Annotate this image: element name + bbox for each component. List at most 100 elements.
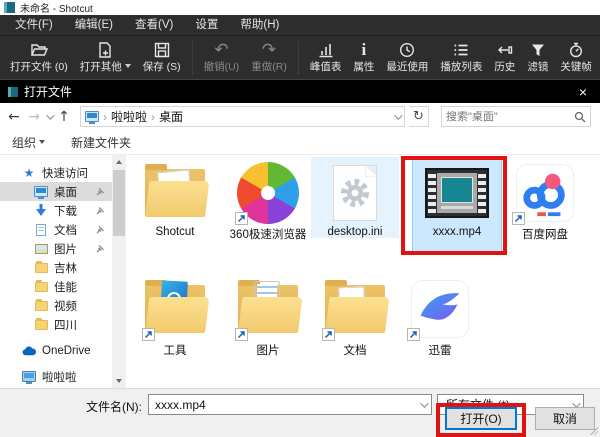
new-folder-button[interactable]: 新建文件夹 <box>71 134 131 151</box>
save-button[interactable]: 保存 (S) <box>137 37 187 79</box>
recent-icon <box>399 42 415 58</box>
file-pictures-folder[interactable]: 图片 <box>224 273 312 358</box>
filters-icon <box>530 42 546 58</box>
dialog-commandbar: 组织 新建文件夹 <box>0 130 600 155</box>
pin-icon <box>96 244 105 253</box>
sidebar-item-videos[interactable]: 视频 <box>0 296 112 315</box>
toolbar-separator <box>192 41 193 75</box>
keyframes-icon <box>568 42 584 58</box>
computer-icon <box>22 371 36 382</box>
open-file-dialog: 打开文件 × ← → ↑ › 啦啦啦 › 桌面 ↻ 组织 <box>0 80 600 437</box>
close-icon[interactable]: × <box>574 84 592 100</box>
recent-locations-chevron-icon[interactable] <box>46 111 54 119</box>
sidebar-item-jilin[interactable]: 吉林 <box>0 258 112 277</box>
sidebar-item-quick-access[interactable]: ★ 快速访问 <box>0 163 112 182</box>
sidebar-item-documents[interactable]: 文档 <box>0 220 112 239</box>
folder-docs-icon <box>320 277 390 341</box>
file-docs-folder[interactable]: 文档 <box>311 273 399 358</box>
main-toolbar: 打开文件 (0) 打开其他 保存 (S) ↶ 撤销(U) ↷ 重做(R) 峰值表… <box>0 36 600 80</box>
redo-button[interactable]: ↷ 重做(R) <box>245 37 293 79</box>
peak-meter-icon <box>318 42 334 58</box>
open-other-icon <box>97 42 113 58</box>
pin-icon <box>96 187 105 196</box>
file-xunlei[interactable]: 迅雷 <box>396 273 484 358</box>
onedrive-icon <box>22 346 36 356</box>
menu-view[interactable]: 查看(V) <box>124 15 184 35</box>
shotcut-window: 未命名 - Shotcut 文件(F) 编辑(E) 查看(V) 设置 帮助(H)… <box>0 0 600 437</box>
history-icon <box>497 42 513 58</box>
shortcut-arrow-icon <box>407 328 420 341</box>
pin-icon <box>96 225 105 234</box>
folder-icon <box>34 263 48 273</box>
menu-edit[interactable]: 编辑(E) <box>64 15 124 35</box>
up-button[interactable]: ↑ <box>56 109 72 125</box>
download-icon <box>34 204 48 217</box>
filters-button[interactable]: 滤镜 <box>521 37 554 79</box>
sidebar-scrollbar[interactable] <box>112 155 126 388</box>
breadcrumb-desktop[interactable]: 桌面 <box>159 108 183 125</box>
file-shotcut[interactable]: Shotcut <box>131 157 219 238</box>
scroll-down-icon[interactable] <box>112 374 126 388</box>
shortcut-arrow-icon <box>235 328 248 341</box>
cancel-button[interactable]: 取消 <box>535 407 595 430</box>
redo-icon: ↷ <box>262 42 276 58</box>
file-xxxx-mp4[interactable]: xxxx.mp4 <box>413 157 501 254</box>
video-file-icon <box>422 161 492 225</box>
pin-icon <box>96 206 105 215</box>
filename-input[interactable] <box>149 398 415 412</box>
document-icon <box>34 224 48 236</box>
search-box[interactable] <box>441 106 591 127</box>
filename-combobox[interactable] <box>148 394 432 415</box>
open-button[interactable]: 打开(O) <box>445 407 517 430</box>
search-input[interactable] <box>446 111 574 123</box>
sidebar-item-jianeng[interactable]: 佳能 <box>0 277 112 296</box>
breadcrumb-user[interactable]: 啦啦啦 <box>111 108 147 125</box>
shotcut-logo-icon <box>4 2 15 13</box>
file-desktop-ini[interactable]: desktop.ini <box>311 157 399 238</box>
menubar: 文件(F) 编辑(E) 查看(V) 设置 帮助(H) <box>0 15 600 36</box>
playlist-button[interactable]: 播放列表 <box>434 37 488 79</box>
sidebar-item-pictures[interactable]: 图片 <box>0 239 112 258</box>
gear-file-icon <box>320 161 390 225</box>
menu-help[interactable]: 帮助(H) <box>229 15 290 35</box>
file-list: Shotcut 360极速浏览器 <box>126 155 600 388</box>
sidebar-item-sichuan[interactable]: 四川 <box>0 315 112 334</box>
sidebar-item-desktop[interactable]: 桌面 <box>0 182 112 201</box>
open-file-button[interactable]: 打开文件 (0) <box>4 37 74 79</box>
playlist-icon <box>453 42 469 58</box>
history-button[interactable]: 历史 <box>488 37 521 79</box>
dialog-title: 打开文件 <box>24 83 568 100</box>
filename-label: 文件名(N): <box>0 398 142 415</box>
address-bar[interactable]: › 啦啦啦 › 桌面 <box>80 106 405 127</box>
shotcut-logo-icon <box>8 87 18 97</box>
menu-settings[interactable]: 设置 <box>184 15 229 35</box>
file-tools-folder[interactable]: 工具 <box>131 273 219 358</box>
chevron-down-icon[interactable] <box>415 402 431 408</box>
sidebar-item-onedrive[interactable]: OneDrive <box>0 341 112 360</box>
refresh-button[interactable]: ↻ <box>409 106 429 127</box>
chevron-down-icon <box>39 140 45 144</box>
undo-icon: ↶ <box>214 42 228 58</box>
menu-file[interactable]: 文件(F) <box>4 15 64 35</box>
undo-button[interactable]: ↶ 撤销(U) <box>198 37 246 79</box>
recent-button[interactable]: 最近使用 <box>380 37 434 79</box>
peak-meter-button[interactable]: 峰值表 <box>304 37 348 79</box>
forward-button[interactable]: → <box>26 109 42 125</box>
search-icon <box>574 111 586 123</box>
window-titlebar: 未命名 - Shotcut <box>0 0 600 15</box>
keyframes-button[interactable]: 关键帧 <box>554 37 598 79</box>
sidebar-item-this-pc[interactable]: 啦啦啦 <box>0 367 112 386</box>
open-other-button[interactable]: 打开其他 <box>74 37 137 79</box>
scroll-up-icon[interactable] <box>112 155 126 169</box>
back-button[interactable]: ← <box>6 109 22 125</box>
address-dropdown-chevron-icon[interactable] <box>394 111 402 119</box>
dialog-titlebar: 打开文件 × <box>0 80 600 103</box>
sidebar-item-downloads[interactable]: 下载 <box>0 201 112 220</box>
window-title: 未命名 - Shotcut <box>20 0 93 15</box>
properties-button[interactable]: i 属性 <box>347 37 380 79</box>
shortcut-arrow-icon <box>322 328 335 341</box>
file-baidu-netdisk[interactable]: 百度网盘 <box>501 157 589 242</box>
file-360-browser[interactable]: 360极速浏览器 <box>224 157 312 242</box>
organize-button[interactable]: 组织 <box>12 134 45 151</box>
scrollbar-thumb[interactable] <box>113 170 125 236</box>
